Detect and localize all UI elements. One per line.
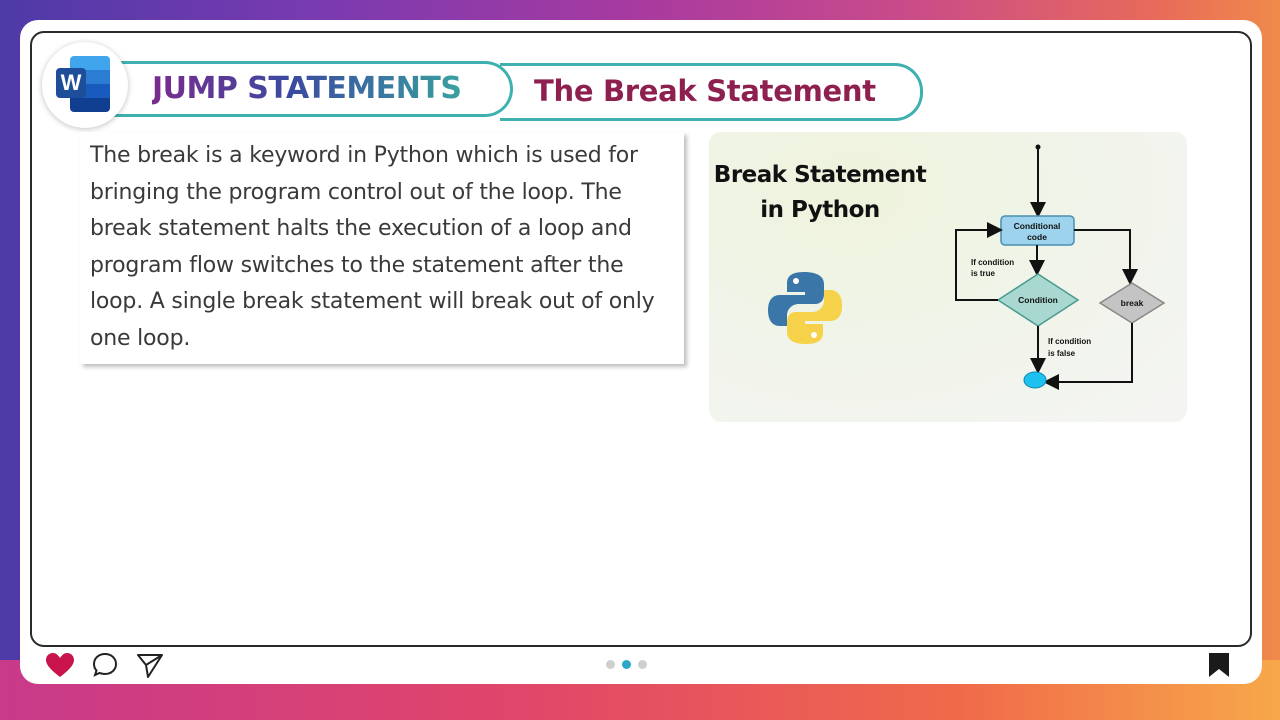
body-text: The break is a keyword in Python which i…: [90, 143, 655, 351]
slide-title: The Break Statement: [534, 74, 876, 108]
flowchart: Conditional code Condition If condition …: [955, 144, 1166, 390]
send-icon[interactable]: [136, 652, 164, 678]
word-icon: W: [56, 56, 114, 112]
bookmark-icon[interactable]: [1207, 652, 1231, 678]
break-label: break: [1121, 298, 1144, 308]
social-bar: [30, 646, 1248, 682]
true-label-2: is true: [971, 269, 996, 278]
true-label-1: If condition: [971, 258, 1014, 267]
heart-icon[interactable]: [45, 652, 75, 678]
comment-icon[interactable]: [92, 652, 118, 678]
condition-label: Condition: [1018, 295, 1058, 305]
false-label-2: is false: [1048, 349, 1076, 358]
conditional-code-label-2: code: [1027, 232, 1047, 242]
break-diagram: Break Statement in Python Conditional co…: [709, 132, 1187, 422]
word-icon-letter: W: [56, 68, 86, 98]
page-dot[interactable]: [606, 660, 615, 669]
false-label-1: If condition: [1048, 337, 1091, 346]
conditional-code-label-1: Conditional: [1014, 221, 1061, 231]
flow-code-to-break: [1074, 229, 1138, 285]
page-dot-active[interactable]: [622, 660, 631, 669]
page-dot[interactable]: [638, 660, 647, 669]
text-box: The break is a keyword in Python which i…: [80, 132, 684, 364]
pagination: [606, 660, 647, 670]
flow-end-node: [1023, 371, 1047, 389]
app-badge: W: [42, 42, 128, 128]
section-title: JUMP STATEMENTS: [152, 64, 462, 114]
